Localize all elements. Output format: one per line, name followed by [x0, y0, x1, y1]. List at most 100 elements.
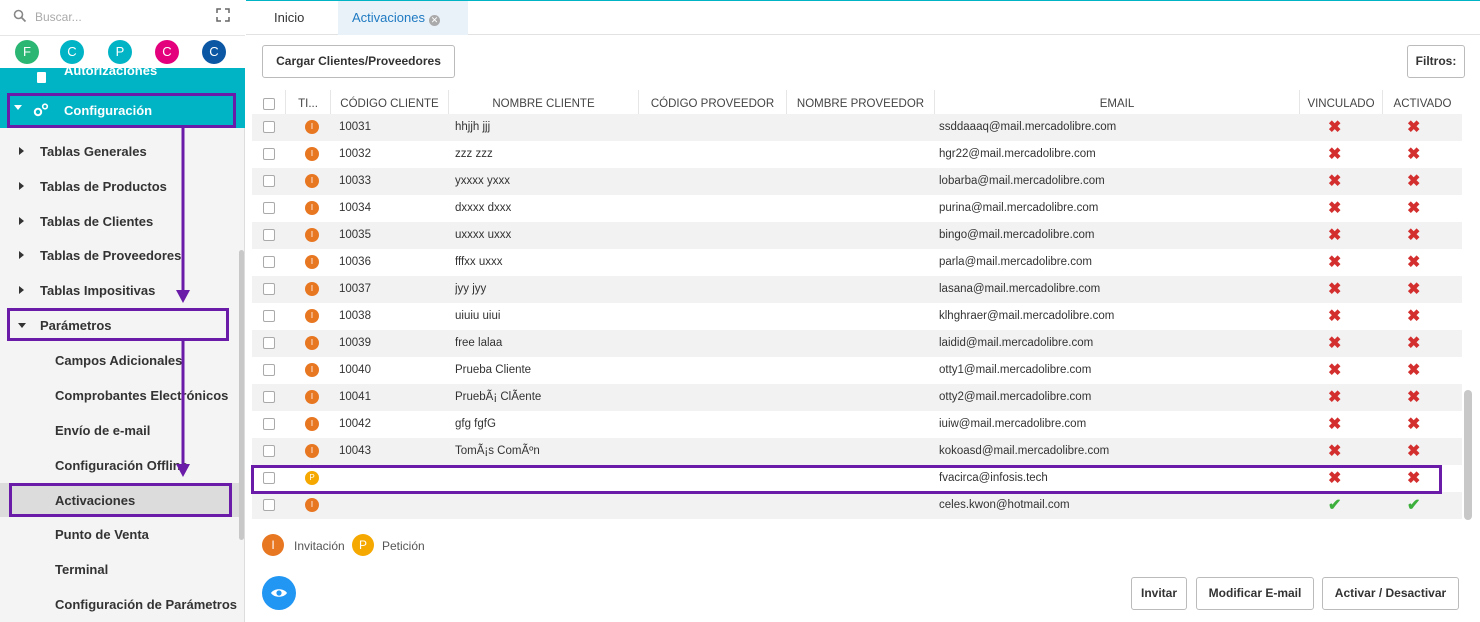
cross-icon: ✖: [1407, 443, 1421, 460]
sidebar-item-tablas-de-proveedores[interactable]: Tablas de Proveedores: [0, 238, 240, 272]
filtros-button[interactable]: Filtros:: [1407, 45, 1465, 78]
table-scrollbar[interactable]: [1464, 390, 1472, 520]
sidebar-subitem-7[interactable]: Configuración de Parámetros: [0, 587, 240, 621]
row-checkbox[interactable]: [263, 283, 275, 295]
cell-nombre-cliente: jyy jyy: [455, 283, 487, 295]
sidebar-subitem-3[interactable]: Configuración Offline: [0, 448, 240, 482]
table-row[interactable]: I 10035 uxxxx uxxx bingo@mail.mercadolibre.…: [252, 222, 1462, 249]
sidebar-item-tablas-generales[interactable]: Tablas Generales: [0, 134, 240, 168]
sidebar-item-tablas-de-productos[interactable]: Tablas de Productos: [0, 169, 240, 203]
sidebar-item-tablas-impositivas[interactable]: Tablas Impositivas: [0, 273, 240, 307]
legend-peticion-label: Petición: [382, 539, 425, 553]
invitacion-icon: I: [305, 147, 319, 161]
search-bar: Buscar...: [0, 0, 245, 36]
table-row[interactable]: I 10034 dxxxx dxxx purina@mail.mercadolibre…: [252, 195, 1462, 222]
tab-activaciones[interactable]: Activaciones ✕: [338, 1, 468, 35]
cross-icon: ✖: [1328, 146, 1342, 163]
row-checkbox[interactable]: [263, 499, 275, 511]
close-tab-icon[interactable]: ✕: [428, 15, 440, 26]
sidebar-item-label: Tablas Generales: [40, 144, 147, 159]
invitar-button[interactable]: Invitar: [1131, 577, 1187, 610]
row-checkbox[interactable]: [263, 148, 275, 160]
search-input[interactable]: Buscar...: [35, 10, 82, 24]
activar-desactivar-button[interactable]: Activar / Desactivar: [1322, 577, 1459, 610]
sidebar-item-label: Tablas de Productos: [40, 179, 167, 194]
app-shortcut-c-icon[interactable]: C: [202, 40, 226, 64]
app-shortcut-f-icon[interactable]: F: [15, 40, 39, 64]
invitacion-icon: I: [305, 390, 319, 404]
cross-icon: ✖: [1407, 200, 1421, 217]
modificar-email-button[interactable]: Modificar E-mail: [1196, 577, 1314, 610]
sidebar-subitem-label: Comprobantes Electrónicos: [55, 388, 229, 403]
row-checkbox[interactable]: [263, 229, 275, 241]
select-all-checkbox[interactable]: [263, 98, 275, 110]
table-row[interactable]: I 10043 TomÃ¡s ComÃºn kokoasd@mail.mercadol…: [252, 438, 1462, 465]
sidebar-subitem-0[interactable]: Campos Adicionales: [0, 343, 240, 377]
table-row[interactable]: I 10038 uiuiu uiui klhghraer@mail.mercadoli…: [252, 303, 1462, 330]
cross-icon: ✖: [1328, 389, 1342, 406]
cargar-clientes-proveedores-button[interactable]: Cargar Clientes/Proveedores: [262, 45, 455, 78]
row-checkbox[interactable]: [263, 418, 275, 430]
sidebar-subitem-1[interactable]: Comprobantes Electrónicos: [0, 378, 240, 412]
table-row[interactable]: I 10031 hhjjh jjj ssddaaaq@mail.mercadolibr…: [252, 114, 1462, 141]
table-row[interactable]: I 10036 fffxx uxxx parla@mail.mercadolibre.…: [252, 249, 1462, 276]
table-row[interactable]: I 10042 gfg fgfG iuiw@mail.mercadolibre.com…: [252, 411, 1462, 438]
table-row[interactable]: I 10040 Prueba Cliente otty1@mail.mercadoli…: [252, 357, 1462, 384]
row-checkbox[interactable]: [263, 175, 275, 187]
tab-inicio[interactable]: Inicio: [260, 1, 318, 35]
cell-email: otty2@mail.mercadolibre.com: [939, 391, 1092, 403]
row-checkbox[interactable]: [263, 121, 275, 133]
cross-icon: ✖: [1407, 335, 1421, 352]
cross-icon: ✖: [1407, 227, 1421, 244]
row-checkbox[interactable]: [263, 391, 275, 403]
sidebar-subitem-5[interactable]: Punto de Venta: [0, 517, 240, 551]
app-shortcut-c-icon[interactable]: C: [155, 40, 179, 64]
cell-email: lasana@mail.mercadolibre.com: [939, 283, 1101, 295]
view-button[interactable]: [262, 576, 296, 610]
invitacion-icon: I: [305, 282, 319, 296]
cell-email: ssddaaaq@mail.mercadolibre.com: [939, 121, 1117, 133]
sidebar-subitem-6[interactable]: Terminal: [0, 552, 240, 586]
app-shortcut-c-icon[interactable]: C: [60, 40, 84, 64]
cell-nombre-cliente: free lalaa: [455, 337, 503, 349]
cell-nombre-cliente: zzz zzz: [455, 148, 493, 160]
invitacion-icon: I: [305, 255, 319, 269]
cell-codigo-cliente: [339, 492, 449, 519]
cross-icon: ✖: [1407, 173, 1421, 190]
sidebar-item-autorizaciones[interactable]: Autorizaciones: [0, 68, 245, 92]
cell-email: purina@mail.mercadolibre.com: [939, 202, 1099, 214]
highlight-parametros: [7, 308, 229, 341]
check-icon: ✔: [1328, 497, 1342, 514]
row-checkbox[interactable]: [263, 202, 275, 214]
table-row[interactable]: Iceles.kwon@hotmail.com ✔ ✔: [252, 492, 1462, 519]
table-row[interactable]: I 10032 zzz zzz hgr22@mail.mercadolibre.com…: [252, 141, 1462, 168]
row-checkbox[interactable]: [263, 364, 275, 376]
cell-codigo-cliente: 10042: [339, 418, 371, 430]
cross-icon: ✖: [1328, 443, 1342, 460]
app-shortcut-p-icon[interactable]: P: [108, 40, 132, 64]
cross-icon: ✖: [1328, 335, 1342, 352]
row-checkbox[interactable]: [263, 445, 275, 457]
sidebar-item-label: Tablas de Clientes: [40, 214, 154, 229]
table-row[interactable]: I 10037 jyy jyy lasana@mail.mercadolibre.co…: [252, 276, 1462, 303]
table-row[interactable]: I 10039 free lalaa laidid@mail.mercadolibre…: [252, 330, 1462, 357]
row-checkbox[interactable]: [263, 310, 275, 322]
sidebar-scrollbar[interactable]: [239, 250, 244, 540]
cell-codigo-cliente: 10035: [339, 229, 371, 241]
sidebar-subitem-label: Configuración de Parámetros: [55, 597, 238, 612]
cross-icon: ✖: [1407, 281, 1421, 298]
legend-invitacion-label: Invitación: [294, 539, 345, 553]
invitacion-icon: I: [305, 309, 319, 323]
table-row[interactable]: I 10033 yxxxx yxxx lobarba@mail.mercadolibr…: [252, 168, 1462, 195]
invitacion-icon: I: [262, 534, 284, 556]
cell-nombre-cliente: [455, 492, 635, 519]
sidebar-item-tablas-de-clientes[interactable]: Tablas de Clientes: [0, 204, 240, 238]
sidebar-subitem-label: Campos Adicionales: [55, 353, 183, 368]
expand-icon[interactable]: [216, 8, 230, 22]
cell-nombre-cliente: hhjjh jjj: [455, 121, 491, 133]
sidebar-subitem-2[interactable]: Envío de e-mail: [0, 413, 240, 447]
table-row[interactable]: I 10041 PruebÃ¡ ClÃ­ente otty2@mail.mercado…: [252, 384, 1462, 411]
row-checkbox[interactable]: [263, 256, 275, 268]
row-checkbox[interactable]: [263, 337, 275, 349]
cell-nombre-cliente: yxxxx yxxx: [455, 175, 510, 187]
